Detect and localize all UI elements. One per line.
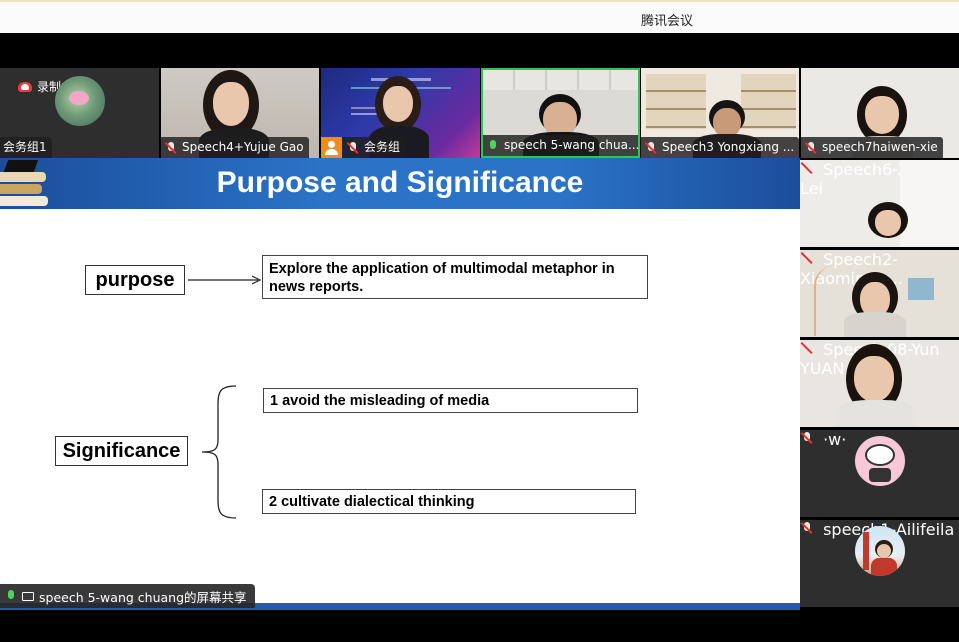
- mic-on-icon: [486, 139, 500, 153]
- participant-name: speech 5-wang chua...: [483, 135, 638, 156]
- avatar: [855, 436, 905, 486]
- participant-tile[interactable]: speech7haiwen-xie: [801, 68, 959, 158]
- participant-tile[interactable]: Speech6-Xujun Lei: [800, 160, 959, 247]
- participant-tile[interactable]: Speech4+Yujue Gao: [161, 68, 319, 158]
- participant-name: 会务组1: [0, 137, 52, 158]
- participant-name: 会务组: [321, 137, 406, 158]
- participant-tile[interactable]: Speech3 Yongxiang ...: [641, 68, 799, 158]
- mic-on-icon: [4, 589, 18, 603]
- mic-muted-icon: [800, 521, 814, 535]
- participant-tile[interactable]: 会务组: [321, 68, 480, 158]
- slide-title-banner: Purpose and Significance: [0, 158, 800, 209]
- purpose-text-box: Explore the application of multimodal me…: [262, 255, 648, 299]
- avatar-placeholder-icon: [321, 137, 342, 158]
- video-feed: [800, 160, 959, 247]
- video-feed: [800, 340, 959, 427]
- purpose-label: purpose: [85, 265, 185, 295]
- participant-strip-top: 录制中 会务组1 Speech4+Yujue Gao 会务组 speech 5-…: [0, 68, 959, 158]
- screen-share-label[interactable]: speech 5-wang chuang的屏幕共享: [0, 584, 255, 608]
- significance-label: Significance: [55, 436, 188, 466]
- participant-tile[interactable]: 录制中 会务组1: [0, 68, 159, 158]
- app-title: 腾讯会议: [641, 14, 694, 29]
- significance-item-2: 2 cultivate dialectical thinking: [262, 489, 636, 514]
- curly-brace: [201, 385, 237, 519]
- avatar: [855, 526, 905, 576]
- mic-muted-icon: [804, 141, 818, 155]
- slide-title: Purpose and Significance: [216, 166, 584, 199]
- participant-strip-side: Speech6-Xujun Lei Speech2-Xiaomin Ya... …: [800, 158, 959, 610]
- mic-muted-icon: [800, 161, 814, 175]
- participant-tile[interactable]: speech1-Ailifeila: [800, 520, 959, 607]
- shared-screen: Purpose and Significance purpose Explore…: [0, 158, 800, 610]
- mic-muted-icon: [800, 341, 814, 355]
- significance-item-1: 1 avoid the misleading of media: [263, 388, 638, 413]
- screen-share-icon: [22, 591, 34, 601]
- participant-tile[interactable]: Speech 08-Yun YUAN: [800, 340, 959, 427]
- mic-muted-icon: [164, 141, 178, 155]
- arrow-connector: [188, 275, 262, 285]
- avatar: [55, 76, 105, 126]
- cloud-record-icon: [18, 81, 32, 92]
- mic-muted-icon: [346, 141, 360, 155]
- participant-name: Speech3 Yongxiang ...: [641, 137, 799, 158]
- mic-muted-icon: [644, 141, 658, 155]
- participant-tile[interactable]: Speech2-Xiaomin Ya...: [800, 250, 959, 337]
- mic-muted-icon: [800, 251, 814, 265]
- participant-name: speech7haiwen-xie: [801, 137, 943, 158]
- window-titlebar: 腾讯会议: [0, 0, 959, 33]
- participant-tile[interactable]: ·w·: [800, 430, 959, 517]
- video-feed: [800, 250, 959, 337]
- participant-tile-active-speaker[interactable]: speech 5-wang chua...: [481, 68, 640, 158]
- participant-name: Speech4+Yujue Gao: [161, 137, 309, 158]
- mic-muted-icon: [800, 431, 814, 445]
